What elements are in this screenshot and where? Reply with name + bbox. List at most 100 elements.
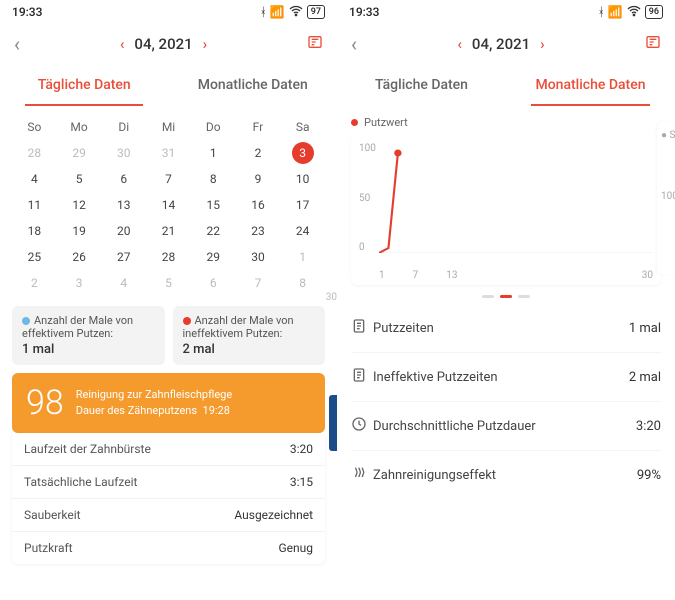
calendar-day[interactable]: 26 — [57, 244, 102, 270]
adjacent-chart-peek[interactable]: ● S 100 — [657, 122, 675, 274]
stat-label: Tatsächliche Laufzeit — [24, 475, 137, 489]
monthly-stat-row: Zahnreinigungseffekt99% — [351, 450, 661, 499]
page-dot[interactable] — [518, 295, 530, 298]
calendar-day[interactable]: 11 — [12, 192, 57, 218]
chart-legend: Putzwert — [351, 116, 661, 129]
calendar-action-icon[interactable] — [307, 34, 323, 54]
chart-plot — [379, 143, 653, 253]
x-tick: 13 — [446, 270, 457, 281]
tab-monthly-label: Monatliche Daten — [198, 77, 308, 93]
calendar-day[interactable]: 4 — [101, 270, 146, 296]
status-icons: ᚼ 📶 96 — [598, 3, 663, 22]
stat-label: Sauberkeit — [24, 508, 81, 522]
clipboard-icon — [351, 318, 373, 338]
peek-series-label: ● S — [661, 130, 675, 141]
tabs: Tägliche Daten Monatliche Daten — [0, 64, 337, 108]
stat-label: Laufzeit der Zahnbürste — [24, 442, 151, 456]
calendar-action-icon[interactable] — [645, 34, 661, 54]
calendar-day[interactable]: 24 — [280, 218, 325, 244]
wifi-icon — [626, 3, 642, 22]
calendar-day[interactable]: 2 — [236, 140, 281, 166]
calendar-day[interactable]: 14 — [146, 192, 191, 218]
legend-ineffective-label: Anzahl der Male von ineffektivem Putzen: — [183, 314, 294, 340]
tab-monthly[interactable]: Monatliche Daten — [506, 64, 675, 108]
dot-red-icon — [183, 317, 191, 325]
calendar-day[interactable]: 7 — [146, 166, 191, 192]
status-bar: 19:33 ᚼ 📶 97 — [0, 0, 337, 24]
calendar-day[interactable]: 3 — [280, 140, 325, 166]
calendar-day[interactable]: 10 — [280, 166, 325, 192]
chart-box[interactable]: 100500 171330 — [351, 135, 661, 285]
page-dot-active[interactable] — [500, 295, 512, 298]
bluetooth-icon: ᚼ — [260, 5, 267, 19]
status-bar: 19:33 ᚼ 📶 96 — [337, 0, 675, 24]
back-icon[interactable]: ‹ — [14, 32, 20, 56]
score-line1: Reinigung zur Zahnfleischpflege — [76, 387, 232, 404]
score-value: 98 — [26, 383, 64, 423]
legend-effective-value: 1 mal — [22, 342, 155, 357]
calendar-day[interactable]: 2 — [12, 270, 57, 296]
month-label: 04, 2021 — [134, 35, 192, 53]
calendar-day[interactable]: 29 — [57, 140, 102, 166]
calendar-day[interactable]: 6 — [191, 270, 236, 296]
next-month-icon[interactable]: › — [540, 35, 545, 53]
calendar-day[interactable]: 7 — [236, 270, 281, 296]
signal-icon: 📶 — [270, 5, 285, 19]
calendar-day[interactable]: 30 — [101, 140, 146, 166]
monthly-stat-row: Durchschnittliche Putzdauer3:20 — [351, 401, 661, 450]
calendar-day[interactable]: 28 — [12, 140, 57, 166]
calendar-day[interactable]: 21 — [146, 218, 191, 244]
header: ‹ ‹ 04, 2021 › — [0, 24, 337, 64]
calendar-day[interactable]: 25 — [12, 244, 57, 270]
wifi-icon — [288, 3, 304, 22]
next-month-icon[interactable]: › — [203, 35, 208, 53]
prev-month-icon[interactable]: ‹ — [120, 35, 125, 53]
monthly-stat-value: 1 mal — [629, 321, 661, 336]
page-dot[interactable] — [482, 295, 494, 298]
bluetooth-icon: ᚼ — [598, 5, 605, 19]
y-tick: 0 — [359, 242, 376, 253]
prev-month-icon[interactable]: ‹ — [457, 35, 462, 53]
stat-value: Ausgezeichnet — [234, 508, 313, 522]
calendar-day[interactable]: 13 — [101, 192, 146, 218]
calendar-day[interactable]: 12 — [57, 192, 102, 218]
tab-monthly[interactable]: Monatliche Daten — [169, 64, 338, 108]
calendar-day[interactable]: 6 — [101, 166, 146, 192]
score-line2-label: Dauer des Zähneputzens — [76, 404, 197, 417]
tab-daily[interactable]: Tägliche Daten — [337, 64, 506, 108]
calendar-day-header: So — [12, 114, 57, 140]
calendar-day[interactable]: 5 — [146, 270, 191, 296]
calendar-day[interactable]: 30 — [236, 244, 281, 270]
calendar-day[interactable]: 22 — [191, 218, 236, 244]
calendar-day[interactable]: 9 — [236, 166, 281, 192]
tab-daily-label: Tägliche Daten — [375, 77, 468, 93]
x-tick: 30 — [642, 270, 653, 281]
calendar-day[interactable]: 27 — [101, 244, 146, 270]
status-icons: ᚼ 📶 97 — [260, 3, 325, 22]
calendar-day[interactable]: 16 — [236, 192, 281, 218]
calendar-day[interactable]: 19 — [57, 218, 102, 244]
signal-icon: 📶 — [608, 5, 623, 19]
calendar-day[interactable]: 8 — [280, 270, 325, 296]
clock-icon — [351, 416, 373, 436]
calendar-day[interactable]: 20 — [101, 218, 146, 244]
calendar-day[interactable]: 5 — [57, 166, 102, 192]
calendar-day[interactable]: 18 — [12, 218, 57, 244]
calendar-day[interactable]: 1 — [280, 244, 325, 270]
tab-daily[interactable]: Tägliche Daten — [0, 64, 169, 108]
calendar-day[interactable]: 1 — [191, 140, 236, 166]
calendar-day[interactable]: 17 — [280, 192, 325, 218]
calendar-day[interactable]: 3 — [57, 270, 102, 296]
y-tick: 50 — [359, 193, 376, 204]
calendar-day[interactable]: 31 — [146, 140, 191, 166]
calendar-day[interactable]: 29 — [191, 244, 236, 270]
page-indicator — [337, 295, 675, 298]
calendar-day[interactable]: 8 — [191, 166, 236, 192]
calendar-day[interactable]: 4 — [12, 166, 57, 192]
calendar-day[interactable]: 28 — [146, 244, 191, 270]
calendar-day[interactable]: 15 — [191, 192, 236, 218]
score-card[interactable]: 98 Reinigung zur Zahnfleischpflege Dauer… — [12, 373, 325, 433]
calendar-day[interactable]: 23 — [236, 218, 281, 244]
back-icon[interactable]: ‹ — [351, 32, 357, 56]
status-time: 19:33 — [349, 5, 379, 19]
